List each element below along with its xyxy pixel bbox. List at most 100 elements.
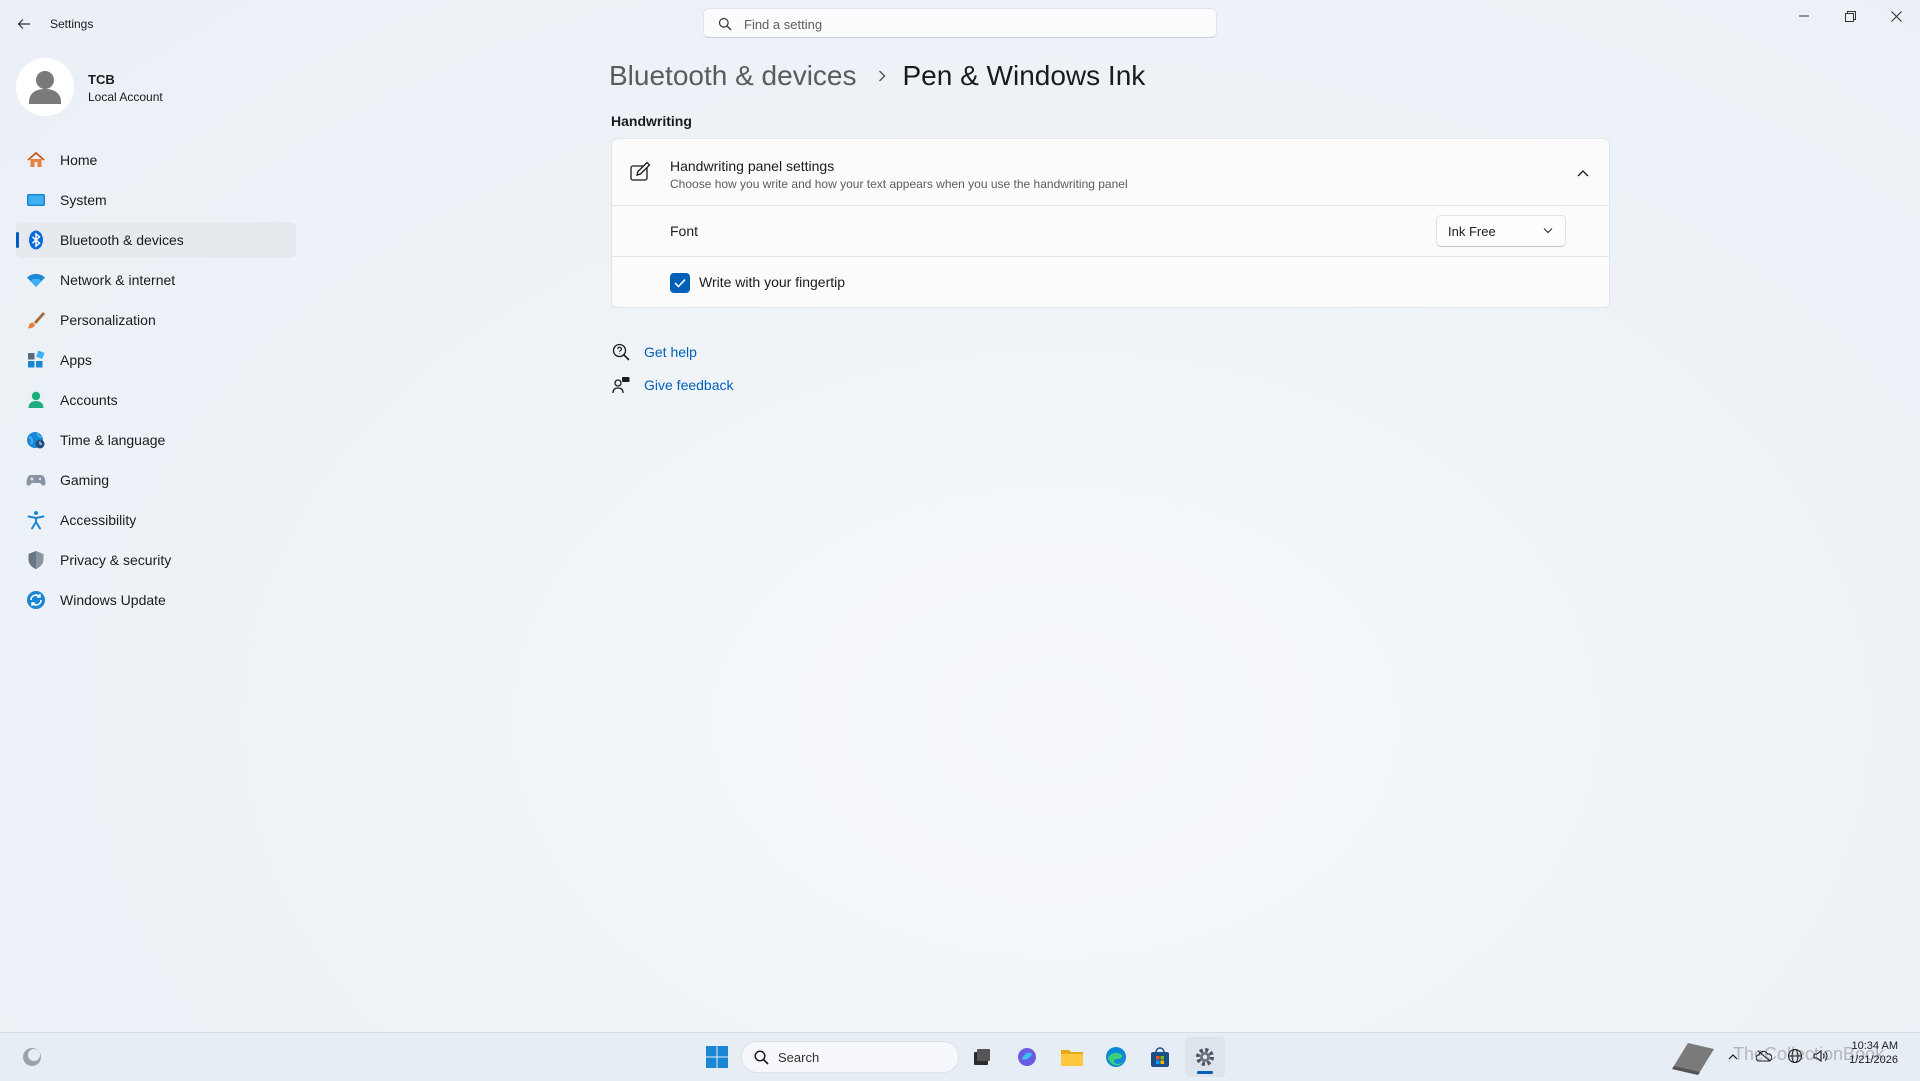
sidebar-item-privacy-security[interactable]: Privacy & security [16,542,296,578]
sidebar-item-label: Personalization [60,312,156,328]
breadcrumb: Bluetooth & devices Pen & Windows Ink [609,56,1145,96]
breadcrumb-parent-link[interactable]: Bluetooth & devices [609,60,857,92]
restore-button[interactable] [1827,0,1873,32]
shield-icon [26,550,46,570]
update-icon [26,590,46,610]
title-bar: Settings [0,0,1920,48]
profile-account-type: Local Account [88,90,163,104]
sidebar-item-accounts[interactable]: Accounts [16,382,296,418]
chevron-up-icon [1577,170,1589,177]
give-feedback-link[interactable]: Give feedback [611,374,734,396]
pen-edit-icon [629,161,651,188]
sidebar-item-gaming[interactable]: Gaming [16,462,296,498]
panel-description: Choose how you write and how your text a… [670,177,1128,191]
avatar [16,58,74,116]
edge-button[interactable] [1096,1037,1136,1077]
taskbar: Search TheCollectionBook [0,1032,1920,1081]
globe-clock-icon [26,430,46,450]
get-help-text: Get help [644,344,697,360]
sidebar-item-home[interactable]: Home [16,142,296,178]
copilot-icon [1018,1048,1036,1066]
sidebar-item-system[interactable]: System [16,182,296,218]
sidebar-item-label: System [60,192,107,208]
edge-browser-icon [1106,1047,1126,1067]
apps-icon [26,350,46,370]
give-feedback-text: Give feedback [644,377,734,393]
sidebar-item-label: Privacy & security [60,552,172,568]
copilot-button[interactable] [1007,1037,1047,1077]
taskbar-search[interactable]: Search [741,1041,959,1073]
close-icon [1890,10,1902,22]
system-icon [26,190,46,210]
sidebar-item-bluetooth-devices[interactable]: Bluetooth & devices [16,222,296,258]
settings-window: Settings TCB Local Account [0,0,1920,1032]
sidebar-item-apps[interactable]: Apps [16,342,296,378]
weather-icon [23,1048,41,1066]
app-title: Settings [50,17,94,31]
sidebar-item-label: Network & internet [60,272,176,288]
sidebar-item-label: Bluetooth & devices [60,232,184,248]
font-setting-row: Font Ink Free [611,206,1610,257]
minimize-button[interactable] [1781,0,1827,32]
fingertip-setting-row: Write with your fingertip [611,257,1610,308]
font-label: Font [670,223,699,239]
font-dropdown-value: Ink Free [1448,224,1496,239]
help-chat-icon [611,342,631,362]
sidebar-item-accessibility[interactable]: Accessibility [16,502,296,538]
clock-date: 1/21/2026 [1849,1054,1898,1066]
wifi-icon [26,270,46,290]
restore-icon [1844,10,1856,22]
gamepad-icon [26,470,46,490]
folder-icon [1061,1050,1083,1066]
panel-title: Handwriting panel settings [670,158,835,174]
back-button[interactable] [12,12,36,36]
font-dropdown[interactable]: Ink Free [1436,215,1566,247]
sidebar-item-label: Time & language [60,432,166,448]
handwriting-panel-settings-header[interactable]: Handwriting panel settings Choose how yo… [611,138,1610,206]
sidebar-item-label: Apps [60,352,92,368]
checkmark-icon [674,278,686,288]
clock-time: 10:34 AM [1851,1040,1898,1052]
get-help-link[interactable]: Get help [611,341,697,363]
fingertip-checkbox[interactable] [670,273,690,293]
user-profile[interactable]: TCB Local Account [16,56,296,116]
section-title-handwriting: Handwriting [611,113,692,129]
sidebar-item-windows-update[interactable]: Windows Update [16,582,296,618]
profile-name: TCB [88,72,115,87]
sidebar-item-label: Gaming [60,472,110,488]
bluetooth-icon [26,230,46,250]
sidebar-item-personalization[interactable]: Personalization [16,302,296,338]
sidebar-item-label: Accessibility [60,512,137,528]
fingertip-checkbox-label[interactable]: Write with your fingertip [699,274,845,290]
chevron-right-icon [877,69,887,83]
gear-icon [1196,1048,1214,1066]
person-icon [26,390,46,410]
close-button[interactable] [1873,0,1919,32]
store-button[interactable] [1140,1037,1180,1077]
home-icon [26,150,46,170]
system-clock[interactable]: 10:34 AM 1/21/2026 [1849,1039,1898,1067]
chevron-down-icon [1543,228,1553,234]
task-view-button[interactable] [962,1037,1002,1077]
start-button[interactable] [697,1037,737,1077]
sidebar-item-network[interactable]: Network & internet [16,262,296,298]
search-icon [718,17,732,31]
find-setting-search[interactable] [703,8,1217,39]
search-input[interactable] [742,9,1206,39]
file-explorer-button[interactable] [1052,1037,1092,1077]
search-icon [754,1050,769,1065]
sidebar-item-label: Windows Update [60,592,166,608]
collapse-button[interactable] [1571,161,1595,185]
task-view-icon [974,1049,990,1065]
sidebar-nav: Home System Bluetooth & devices Network … [16,142,296,622]
user-avatar-icon [29,71,61,104]
sidebar-item-time-language[interactable]: Time & language [16,422,296,458]
taskbar-search-label: Search [778,1050,820,1065]
book-logo-icon [1672,1043,1714,1075]
page-title: Pen & Windows Ink [902,60,1146,91]
widgets-button[interactable] [12,1037,52,1077]
sidebar-item-label: Home [60,152,98,168]
back-arrow-icon [17,19,30,29]
store-bag-icon [1151,1047,1169,1067]
accessibility-icon [26,510,46,530]
